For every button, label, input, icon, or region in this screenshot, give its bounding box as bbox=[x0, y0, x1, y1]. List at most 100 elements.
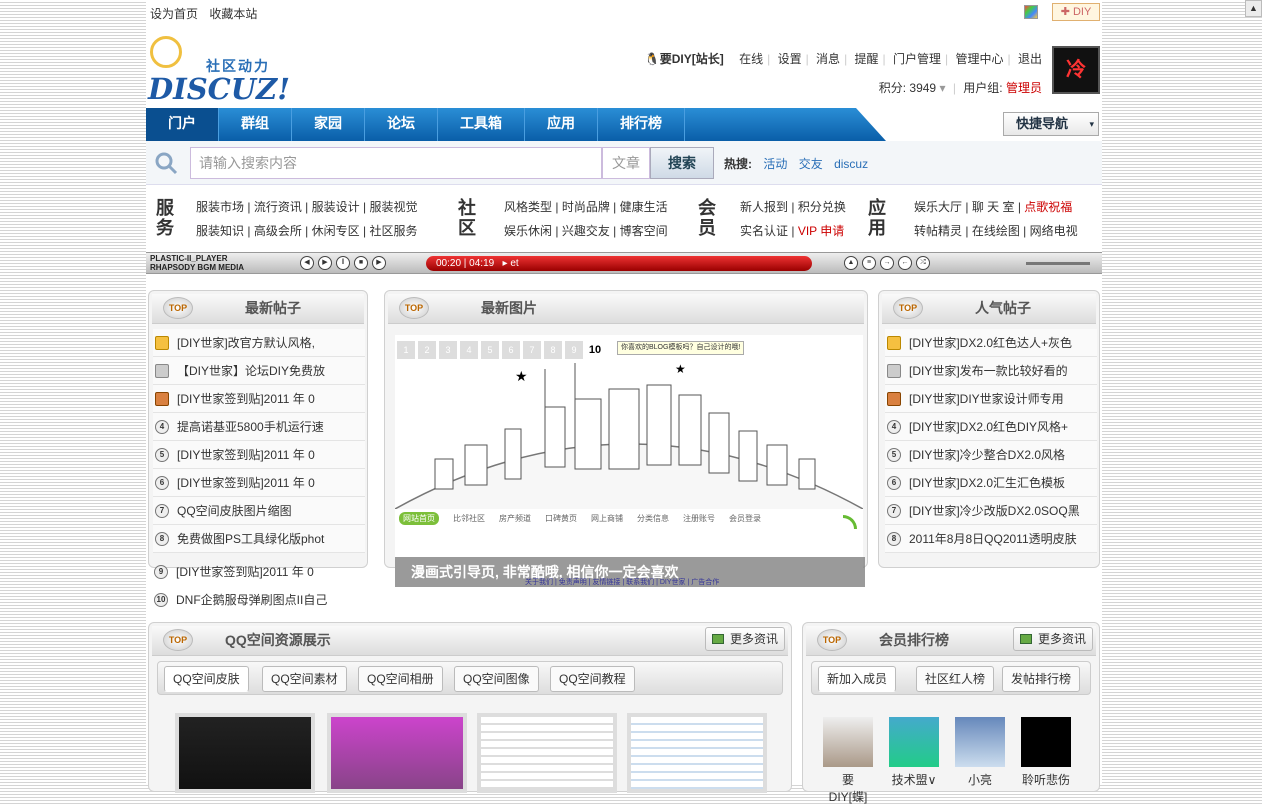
list-item[interactable]: 4 提高诺基亚5800手机运行速 bbox=[153, 413, 365, 441]
service-link[interactable]: 网络电视 bbox=[1030, 224, 1078, 238]
service-link[interactable]: 娱乐大厅 bbox=[914, 200, 962, 214]
service-link[interactable]: 新人报到 bbox=[740, 200, 788, 214]
service-link[interactable]: 实名认证 bbox=[740, 224, 788, 238]
illustration-tab[interactable]: 注册账号 bbox=[683, 514, 715, 523]
admin-center-link[interactable]: 管理中心 bbox=[956, 52, 1004, 66]
member-card[interactable]: 技术盟∨ bbox=[889, 717, 939, 788]
slide-number[interactable]: 7 bbox=[523, 341, 541, 359]
play-icon[interactable]: ▶ bbox=[318, 256, 332, 270]
eject-icon[interactable]: ▲ bbox=[844, 256, 858, 270]
post-title[interactable]: [DIY世家签到贴]2011 年 0 bbox=[177, 448, 315, 462]
service-link[interactable]: 社区服务 bbox=[369, 224, 417, 238]
player-progress[interactable]: 00:20 | 04:19 ▸ et bbox=[426, 256, 812, 271]
member-card[interactable]: 要DIY[蝶] bbox=[823, 717, 873, 805]
avatar[interactable]: 冷 bbox=[1052, 46, 1100, 94]
slide-number[interactable]: 1 bbox=[397, 341, 415, 359]
illustration-tab[interactable]: 口碑黄页 bbox=[545, 514, 577, 523]
list-item[interactable]: 6 [DIY世家]DX2.0汇生汇色模板 bbox=[885, 469, 1097, 497]
service-link[interactable]: 风格类型 bbox=[504, 200, 552, 214]
skin-switch-icon[interactable] bbox=[1024, 5, 1038, 19]
portal-admin-link[interactable]: 门户管理 bbox=[893, 52, 941, 66]
hot-link[interactable]: 活动 bbox=[763, 157, 787, 171]
service-link[interactable]: 服装市场 bbox=[196, 200, 244, 214]
service-link[interactable]: 服装视觉 bbox=[369, 200, 417, 214]
repeat-icon[interactable]: → bbox=[880, 256, 894, 270]
slide-number[interactable]: 6 bbox=[502, 341, 520, 359]
tab-qq-image[interactable]: QQ空间图像 bbox=[454, 666, 539, 692]
online-link[interactable]: 在线 bbox=[739, 52, 763, 66]
member-card[interactable]: 聆听悲伤 bbox=[1021, 717, 1071, 788]
list-item[interactable]: 6 [DIY世家签到贴]2011 年 0 bbox=[153, 469, 365, 497]
service-link[interactable]: 积分兑换 bbox=[798, 200, 846, 214]
list-item[interactable]: [DIY世家]DIY世家设计师专用 bbox=[885, 385, 1097, 413]
post-title[interactable]: 提高诺基亚5800手机运行速 bbox=[177, 420, 324, 434]
illustration-tab[interactable]: 房产频道 bbox=[499, 514, 531, 523]
post-title[interactable]: [DIY世家签到贴]2011 年 0 bbox=[177, 392, 315, 406]
resource-thumbnail[interactable] bbox=[175, 713, 315, 793]
service-link[interactable]: 聊 天 室 bbox=[972, 200, 1015, 214]
post-title[interactable]: [DIY世家]冷少整合DX2.0风格 bbox=[909, 448, 1065, 462]
stop-icon[interactable]: ■ bbox=[354, 256, 368, 270]
post-title[interactable]: 免费做图PS工具绿化版phot bbox=[177, 532, 324, 546]
post-title[interactable]: [DIY世家]改官方默认风格, bbox=[177, 336, 315, 350]
nav-apps[interactable]: 应用 bbox=[525, 108, 598, 141]
pause-icon[interactable]: ‖ bbox=[336, 256, 350, 270]
list-item[interactable]: 4 [DIY世家]DX2.0红色DIY风格+ bbox=[885, 413, 1097, 441]
post-title[interactable]: QQ空间皮肤图片缩图 bbox=[177, 504, 292, 518]
list-item[interactable]: [DIY世家]发布一款比较好看的 bbox=[885, 357, 1097, 385]
user-group[interactable]: 管理员 bbox=[1006, 81, 1042, 95]
list-item[interactable]: 5 [DIY世家]冷少整合DX2.0风格 bbox=[885, 441, 1097, 469]
favorite-link[interactable]: 收藏本站 bbox=[209, 7, 257, 21]
list-item[interactable]: 8 免费做图PS工具绿化版phot bbox=[153, 525, 365, 553]
tab-qq-skin[interactable]: QQ空间皮肤 bbox=[164, 666, 249, 692]
post-title[interactable]: [DIY世家]冷少改版DX2.0SOQ黑 bbox=[909, 504, 1080, 518]
tab-new-members[interactable]: 新加入成员 bbox=[818, 666, 897, 692]
search-button[interactable]: 搜索 bbox=[650, 147, 714, 179]
post-title[interactable]: [DIY世家]DX2.0红色达人+灰色 bbox=[909, 336, 1072, 350]
nav-portal[interactable]: 门户 bbox=[146, 108, 219, 141]
illustration-tab[interactable]: 会员登录 bbox=[729, 514, 761, 523]
logout-link[interactable]: 退出 bbox=[1018, 52, 1042, 66]
service-link[interactable]: 点歌祝福 bbox=[1024, 200, 1072, 214]
tab-qq-material[interactable]: QQ空间素材 bbox=[262, 666, 347, 692]
slide-number[interactable]: 5 bbox=[481, 341, 499, 359]
list-item[interactable]: 7 [DIY世家]冷少改版DX2.0SOQ黑 bbox=[885, 497, 1097, 525]
list-item[interactable]: 8 2011年8月8日QQ2011透明皮肤 bbox=[885, 525, 1097, 553]
post-title[interactable]: [DIY世家签到贴]2011 年 0 bbox=[176, 565, 314, 579]
list-item[interactable]: 5 [DIY世家签到贴]2011 年 0 bbox=[153, 441, 365, 469]
nav-tools[interactable]: 工具箱 bbox=[438, 108, 525, 141]
tab-post-ranking[interactable]: 发帖排行榜 bbox=[1002, 666, 1081, 692]
next-icon[interactable]: ▶ bbox=[372, 256, 386, 270]
set-home-link[interactable]: 设为首页 bbox=[150, 7, 198, 21]
list-item[interactable]: 9 [DIY世家签到贴]2011 年 0 bbox=[152, 558, 364, 586]
notify-link[interactable]: 提醒 bbox=[855, 52, 879, 66]
nav-group[interactable]: 群组 bbox=[219, 108, 292, 141]
service-link[interactable]: 在线绘图 bbox=[972, 224, 1020, 238]
scroll-up-icon[interactable]: ▲ bbox=[1245, 0, 1262, 17]
quick-nav-button[interactable]: 快捷导航 ▾ bbox=[1003, 112, 1099, 136]
service-link[interactable]: 转帖精灵 bbox=[914, 224, 962, 238]
more-button[interactable]: 更多资讯 bbox=[704, 627, 785, 651]
prev-icon[interactable]: ◀ bbox=[300, 256, 314, 270]
post-title[interactable]: 2011年8月8日QQ2011透明皮肤 bbox=[909, 532, 1077, 546]
tab-qq-tutorial[interactable]: QQ空间教程 bbox=[550, 666, 635, 692]
list-item[interactable]: 7 QQ空间皮肤图片缩图 bbox=[153, 497, 365, 525]
member-name[interactable]: 聆听悲伤 bbox=[1022, 773, 1070, 787]
messages-link[interactable]: 消息 bbox=[816, 52, 840, 66]
volume-slider[interactable] bbox=[1026, 262, 1090, 265]
illustration-tab[interactable]: 网上商铺 bbox=[591, 514, 623, 523]
diy-button[interactable]: ✚ DIY bbox=[1052, 3, 1100, 21]
list-item[interactable]: 10 DNF企鹅服母弹刷图点II自己 bbox=[152, 586, 364, 614]
nav-home[interactable]: 家园 bbox=[292, 108, 365, 141]
member-name[interactable]: 小亮 bbox=[968, 773, 992, 787]
nav-forum[interactable]: 论坛 bbox=[365, 108, 438, 141]
service-link[interactable]: 兴趣交友 bbox=[562, 224, 610, 238]
search-input[interactable]: 请输入搜索内容 bbox=[190, 147, 602, 179]
playlist-icon[interactable]: ≡ bbox=[862, 256, 876, 270]
service-link[interactable]: 博客空间 bbox=[620, 224, 668, 238]
service-link[interactable]: 时尚品牌 bbox=[562, 200, 610, 214]
service-link[interactable]: VIP 申请 bbox=[798, 224, 844, 238]
post-title[interactable]: [DIY世家]发布一款比较好看的 bbox=[909, 364, 1068, 378]
post-title[interactable]: 【DIY世家】论坛DIY免费放 bbox=[177, 364, 325, 378]
service-link[interactable]: 流行资讯 bbox=[254, 200, 302, 214]
